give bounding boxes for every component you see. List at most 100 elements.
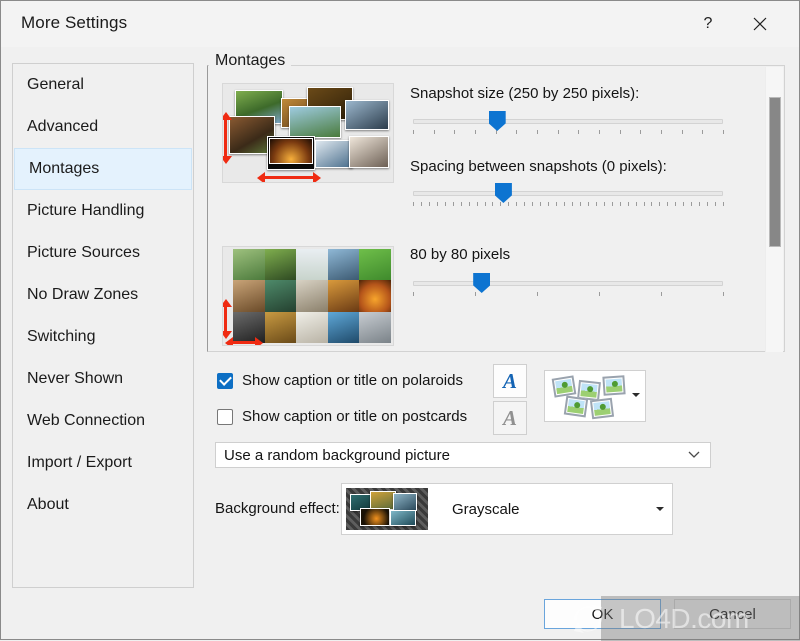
ok-button[interactable]: OK: [544, 599, 661, 629]
settings-category-list[interactable]: General Advanced Montages Picture Handli…: [12, 63, 194, 588]
sidebar-item-general[interactable]: General: [13, 64, 193, 106]
slider-tick: [661, 292, 662, 296]
dropdown-arrow-icon: [656, 507, 664, 511]
montage-preview-scattered: [222, 83, 394, 183]
slider-tick: [723, 202, 724, 206]
slider-tick: [537, 130, 538, 134]
slider-tick: [454, 130, 456, 134]
slider-tick: [460, 202, 462, 206]
slider-tick: [571, 202, 573, 206]
cancel-button-label: Cancel: [709, 605, 756, 623]
slider-tick: [516, 130, 518, 134]
montages-scrollbar[interactable]: [765, 67, 783, 352]
help-button[interactable]: ?: [687, 7, 729, 41]
slider-tick: [537, 292, 538, 296]
sidebar-item-advanced[interactable]: Advanced: [13, 106, 193, 148]
slider-tick: [413, 130, 414, 134]
sidebar-item-montages[interactable]: Montages: [14, 148, 192, 190]
slider-tick: [532, 202, 534, 206]
sidebar-item-label: Web Connection: [27, 412, 145, 429]
slider-tick: [707, 202, 709, 206]
checkbox-polaroids[interactable]: [217, 372, 233, 389]
slider-tick: [659, 202, 661, 206]
sidebar-item-never-shown[interactable]: Never Shown: [13, 358, 193, 400]
sidebar-item-picture-handling[interactable]: Picture Handling: [13, 190, 193, 232]
slider-tick: [683, 202, 685, 206]
sidebar-item-label: About: [27, 496, 69, 513]
sidebar-item-web-connection[interactable]: Web Connection: [13, 400, 193, 442]
group-box-title: Montages: [209, 52, 292, 70]
sidebar-item-import-export[interactable]: Import / Export: [13, 442, 193, 484]
thumbnail-cell: [233, 280, 265, 312]
scrollbar-thumb[interactable]: [769, 97, 781, 247]
thumbnail-cell: [327, 249, 360, 281]
slider-tick: [619, 202, 621, 206]
thumbnail-cell: [264, 249, 297, 281]
slider-tick: [661, 130, 662, 134]
slider-tick: [675, 202, 677, 206]
slider-tick: [476, 202, 478, 206]
slider-track: [413, 281, 723, 286]
slider-tick: [603, 202, 605, 206]
show-caption-postcards-row[interactable]: Show caption or title on postcards: [217, 408, 467, 425]
slider-tick: [564, 202, 566, 206]
slider-tick: [548, 202, 550, 206]
slider-tick: [702, 130, 704, 134]
thumbnail-cell: [296, 280, 328, 312]
dropdown-arrow-icon: [632, 393, 640, 397]
thumbnail-cell: [327, 311, 360, 343]
slider-tick: [578, 130, 580, 134]
thumbnail-cell: [264, 280, 297, 312]
slider-tick: [495, 130, 497, 134]
slider-ticks: [413, 202, 724, 207]
sidebar-item-label: Montages: [29, 160, 100, 177]
slider-tick: [599, 130, 600, 134]
slider-tick: [651, 202, 653, 206]
sidebar-item-switching[interactable]: Switching: [13, 316, 193, 358]
slider-thumb[interactable]: [494, 183, 512, 203]
thumbnail-cell: [296, 249, 328, 281]
montage-preview-grid: [222, 246, 394, 346]
montage-layout-picker[interactable]: [544, 370, 646, 422]
show-caption-polaroids-row[interactable]: Show caption or title on polaroids: [217, 372, 463, 389]
slider-tick: [433, 130, 435, 134]
chevron-down-icon: [688, 451, 700, 458]
thumbnail-size-slider[interactable]: [413, 273, 724, 297]
cancel-button[interactable]: Cancel: [674, 599, 791, 629]
sidebar-item-label: Never Shown: [27, 370, 124, 387]
background-picture-combo[interactable]: Use a random background picture: [215, 442, 711, 468]
background-effect-picker[interactable]: Grayscale: [341, 483, 673, 535]
slider-thumb[interactable]: [473, 273, 491, 293]
slider-tick: [540, 202, 542, 206]
sidebar-item-about[interactable]: About: [13, 484, 193, 526]
sidebar-item-label: No Draw Zones: [27, 286, 139, 303]
slider-tick: [413, 202, 414, 206]
close-icon: [753, 17, 767, 31]
sidebar-item-label: Picture Sources: [27, 244, 140, 261]
sidebar-item-label: General: [27, 76, 84, 93]
sidebar-item-label: Picture Handling: [27, 202, 145, 219]
slider-tick: [611, 202, 613, 206]
slider-ticks: [413, 292, 724, 297]
close-button[interactable]: [739, 7, 781, 41]
slider-tick: [667, 202, 669, 206]
polaroid-font-button[interactable]: A: [493, 364, 527, 398]
slider-tick: [715, 202, 717, 206]
slider-tick: [723, 292, 724, 296]
sidebar-item-picture-sources[interactable]: Picture Sources: [13, 232, 193, 274]
sidebar-item-no-draw-zones[interactable]: No Draw Zones: [13, 274, 193, 316]
snapshot-size-label: Snapshot size (250 by 250 pixels):: [410, 85, 640, 102]
checkbox-postcards[interactable]: [217, 408, 233, 425]
spacing-slider[interactable]: [413, 183, 724, 207]
slider-thumb[interactable]: [488, 111, 506, 131]
background-picture-combo-value: Use a random background picture: [224, 446, 450, 464]
background-effect-label: Background effect:: [215, 500, 340, 517]
sidebar-item-label: Switching: [27, 328, 96, 345]
slider-tick: [640, 130, 642, 134]
postcard-font-button[interactable]: A: [493, 401, 527, 435]
more-settings-dialog: More Settings ? General Advanced Montage…: [0, 0, 800, 641]
checkbox-postcards-label: Show caption or title on postcards: [242, 408, 468, 425]
snapshot-size-slider[interactable]: [413, 111, 724, 134]
slider-tick: [579, 202, 581, 206]
slider-tick: [699, 202, 701, 206]
